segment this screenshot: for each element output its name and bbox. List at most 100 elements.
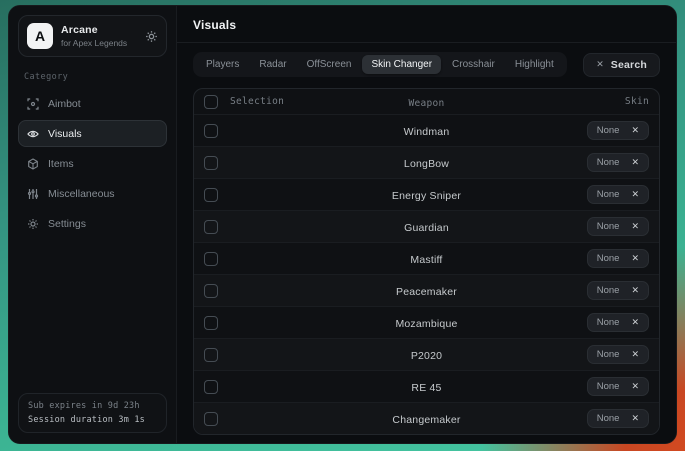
skin-select[interactable]: None ✕ bbox=[587, 345, 649, 364]
sidebar-item-label: Visuals bbox=[48, 128, 82, 140]
table-header-row: Selection Weapon Skin bbox=[194, 89, 659, 114]
skin-value: None bbox=[597, 413, 620, 424]
weapon-name: Windman bbox=[404, 126, 450, 138]
search-icon: ✕ bbox=[596, 59, 604, 70]
page-title: Visuals bbox=[193, 18, 660, 32]
row-checkbox[interactable] bbox=[204, 316, 218, 330]
scan-eye-icon bbox=[27, 128, 39, 140]
sidebar-item-label: Miscellaneous bbox=[48, 188, 115, 200]
sub-expiry-text: Sub expires in 9d 23h bbox=[28, 401, 157, 411]
table-row: LongBow None ✕ bbox=[194, 146, 659, 178]
table-row: Guardian None ✕ bbox=[194, 210, 659, 242]
main-panel: Visuals Players Radar OffScreen Skin Cha… bbox=[177, 6, 676, 443]
table-row: Mastiff None ✕ bbox=[194, 242, 659, 274]
skin-select[interactable]: None ✕ bbox=[587, 409, 649, 428]
row-checkbox[interactable] bbox=[204, 252, 218, 266]
crosshair-icon bbox=[27, 98, 39, 110]
weapon-skin-table: Selection Weapon Skin Win bbox=[193, 88, 660, 435]
toolbar: Players Radar OffScreen Skin Changer Cro… bbox=[177, 43, 676, 86]
cube-icon bbox=[27, 158, 39, 170]
tab-crosshair[interactable]: Crosshair bbox=[443, 55, 504, 74]
weapon-name: LongBow bbox=[404, 158, 449, 170]
skin-select[interactable]: None ✕ bbox=[587, 185, 649, 204]
table-row: P2020 None ✕ bbox=[194, 338, 659, 370]
tab-offscreen[interactable]: OffScreen bbox=[298, 55, 361, 74]
clear-skin-button[interactable]: ✕ bbox=[631, 286, 639, 295]
row-checkbox[interactable] bbox=[204, 284, 218, 298]
app-title: Arcane bbox=[61, 24, 137, 36]
row-checkbox[interactable] bbox=[204, 380, 218, 394]
select-all-checkbox[interactable] bbox=[204, 95, 218, 109]
search-button-label: Search bbox=[611, 59, 647, 71]
row-checkbox[interactable] bbox=[204, 188, 218, 202]
clear-skin-button[interactable]: ✕ bbox=[631, 254, 639, 263]
skin-value: None bbox=[597, 349, 620, 360]
clear-skin-button[interactable]: ✕ bbox=[631, 382, 639, 391]
skin-value: None bbox=[597, 253, 620, 264]
weapon-name: Guardian bbox=[404, 222, 449, 234]
tab-bar: Players Radar OffScreen Skin Changer Cro… bbox=[193, 52, 567, 77]
sidebar-item-label: Aimbot bbox=[48, 98, 81, 110]
app-window: A Arcane for Apex Legends Category bbox=[8, 5, 677, 444]
clear-skin-button[interactable]: ✕ bbox=[631, 350, 639, 359]
row-checkbox[interactable] bbox=[204, 348, 218, 362]
sidebar: A Arcane for Apex Legends Category bbox=[9, 6, 177, 443]
column-header-skin: Skin bbox=[625, 96, 649, 107]
column-header-selection: Selection bbox=[230, 96, 284, 107]
clear-skin-button[interactable]: ✕ bbox=[631, 222, 639, 231]
gear-icon[interactable] bbox=[145, 30, 158, 43]
weapon-name: Mozambique bbox=[395, 318, 457, 330]
skin-select[interactable]: None ✕ bbox=[587, 377, 649, 396]
skin-value: None bbox=[597, 189, 620, 200]
clear-skin-button[interactable]: ✕ bbox=[631, 158, 639, 167]
sidebar-item-miscellaneous[interactable]: Miscellaneous bbox=[18, 180, 167, 207]
brand-text: Arcane for Apex Legends bbox=[61, 24, 137, 48]
table-row: RE 45 None ✕ bbox=[194, 370, 659, 402]
sidebar-nav: Aimbot Visuals Items bbox=[18, 90, 167, 237]
row-checkbox[interactable] bbox=[204, 412, 218, 426]
skin-select[interactable]: None ✕ bbox=[587, 217, 649, 236]
skin-value: None bbox=[597, 125, 620, 136]
sidebar-item-label: Items bbox=[48, 158, 74, 170]
tab-highlight[interactable]: Highlight bbox=[506, 55, 563, 74]
skin-select[interactable]: None ✕ bbox=[587, 249, 649, 268]
table-row: Mozambique None ✕ bbox=[194, 306, 659, 338]
table-row: Changemaker None ✕ bbox=[194, 402, 659, 434]
skin-select[interactable]: None ✕ bbox=[587, 313, 649, 332]
skin-value: None bbox=[597, 381, 620, 392]
sidebar-item-items[interactable]: Items bbox=[18, 150, 167, 177]
sidebar-item-settings[interactable]: Settings bbox=[18, 210, 167, 237]
sidebar-item-aimbot[interactable]: Aimbot bbox=[18, 90, 167, 117]
clear-skin-button[interactable]: ✕ bbox=[631, 414, 639, 423]
clear-skin-button[interactable]: ✕ bbox=[631, 190, 639, 199]
row-checkbox[interactable] bbox=[204, 156, 218, 170]
table-row: Energy Sniper None ✕ bbox=[194, 178, 659, 210]
sliders-icon bbox=[27, 188, 39, 200]
table-body: Windman None ✕ bbox=[194, 114, 659, 434]
main-header: Visuals bbox=[177, 6, 676, 43]
skin-select[interactable]: None ✕ bbox=[587, 121, 649, 140]
weapon-name: Changemaker bbox=[392, 414, 460, 426]
tab-players[interactable]: Players bbox=[197, 55, 248, 74]
row-checkbox[interactable] bbox=[204, 220, 218, 234]
clear-skin-button[interactable]: ✕ bbox=[631, 126, 639, 135]
column-header-weapon: Weapon bbox=[408, 98, 444, 109]
weapon-name: Peacemaker bbox=[396, 286, 457, 298]
gear-icon bbox=[27, 218, 39, 230]
sidebar-item-label: Settings bbox=[48, 218, 86, 230]
table-row: Windman None ✕ bbox=[194, 114, 659, 146]
search-button[interactable]: ✕ Search bbox=[583, 53, 660, 77]
tab-skin-changer[interactable]: Skin Changer bbox=[362, 55, 441, 74]
weapon-name: Energy Sniper bbox=[392, 190, 461, 202]
skin-select[interactable]: None ✕ bbox=[587, 281, 649, 300]
tab-radar[interactable]: Radar bbox=[250, 55, 295, 74]
skin-value: None bbox=[597, 285, 620, 296]
weapon-name: RE 45 bbox=[411, 382, 441, 394]
session-card: Sub expires in 9d 23h Session duration 3… bbox=[18, 393, 167, 433]
sidebar-item-visuals[interactable]: Visuals bbox=[18, 120, 167, 147]
app-logo: A bbox=[27, 23, 53, 49]
skin-value: None bbox=[597, 221, 620, 232]
clear-skin-button[interactable]: ✕ bbox=[631, 318, 639, 327]
skin-select[interactable]: None ✕ bbox=[587, 153, 649, 172]
row-checkbox[interactable] bbox=[204, 124, 218, 138]
